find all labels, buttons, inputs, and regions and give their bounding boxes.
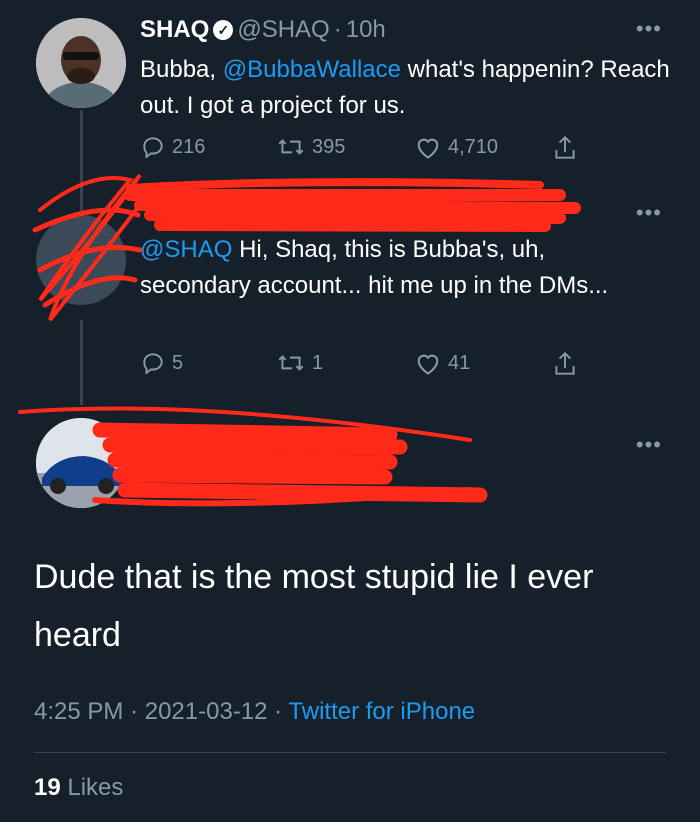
mention-link[interactable]: @BubbaWallace [223, 56, 401, 83]
likes-summary[interactable]: 19 Likes [34, 774, 123, 802]
more-icon[interactable]: ••• [636, 200, 662, 226]
timestamp[interactable]: 10h [346, 16, 386, 43]
tweet-time[interactable]: 4:25 PM [34, 698, 123, 725]
meta-separator: · [130, 698, 139, 725]
retweet-button[interactable]: 1 [276, 350, 323, 376]
like-count: 4,710 [448, 135, 499, 158]
reply-button[interactable]: 5 [140, 350, 183, 376]
more-icon[interactable]: ••• [636, 16, 662, 42]
like-icon [417, 354, 439, 375]
reply-icon [143, 353, 163, 375]
likes-label: Likes [67, 774, 124, 801]
tweet-text-shaq: Bubba, @BubbaWallace what's happenin? Re… [140, 52, 680, 124]
like-count: 41 [448, 351, 471, 374]
share-button[interactable] [552, 134, 584, 162]
handle[interactable]: @SHAQ [237, 16, 329, 43]
avatar-car-image [36, 418, 126, 508]
display-name[interactable]: SHAQ [140, 16, 209, 43]
like-button[interactable]: 41 [414, 350, 470, 376]
avatar-main-author[interactable] [36, 418, 126, 508]
action-bar-shaq: 216 395 4,710 [140, 134, 600, 164]
separator: · [333, 16, 342, 43]
likes-count: 19 [34, 774, 61, 801]
retweet-button[interactable]: 395 [276, 134, 345, 160]
retweet-count: 1 [312, 351, 324, 374]
tweet-source[interactable]: Twitter for iPhone [288, 698, 475, 725]
like-icon [417, 138, 439, 159]
share-icon [555, 351, 575, 375]
tweet-text-impostor: @SHAQ Hi, Shaq, this is Bubba's, uh, sec… [140, 232, 630, 304]
verified-icon: ✓ [213, 20, 234, 40]
thread-line-1 [80, 110, 83, 212]
reply-button[interactable]: 216 [140, 134, 205, 160]
tweet-header-shaq: SHAQ ✓ @SHAQ · 10h [140, 16, 386, 44]
tweet-text-part: what's happenin? Reach out. I got a proj… [140, 56, 670, 119]
action-bar-impostor: 5 1 41 [140, 350, 600, 380]
mention-link[interactable]: @SHAQ [140, 236, 232, 263]
divider [34, 752, 666, 753]
avatar-impostor[interactable] [36, 215, 126, 305]
reply-icon [143, 137, 163, 159]
retweet-icon [278, 355, 304, 371]
more-icon[interactable]: ••• [636, 432, 662, 458]
share-button[interactable] [552, 350, 584, 378]
retweet-count: 395 [312, 135, 346, 158]
like-button[interactable]: 4,710 [414, 134, 498, 160]
thread-line-2 [80, 320, 83, 405]
avatar-shaq[interactable] [36, 18, 126, 108]
reply-count: 216 [172, 135, 206, 158]
tweet-meta: 4:25 PM · 2021-03-12 · Twitter for iPhon… [34, 698, 475, 726]
tweet-text-part: Bubba, [140, 56, 217, 83]
share-icon [555, 135, 575, 159]
tweet-date[interactable]: 2021-03-12 [145, 698, 268, 725]
main-tweet-text: Dude that is the most stupid lie I ever … [34, 558, 594, 654]
reply-count: 5 [172, 351, 184, 374]
meta-separator: · [274, 698, 283, 725]
retweet-icon [278, 139, 304, 155]
avatar-shaq-image [36, 18, 126, 108]
